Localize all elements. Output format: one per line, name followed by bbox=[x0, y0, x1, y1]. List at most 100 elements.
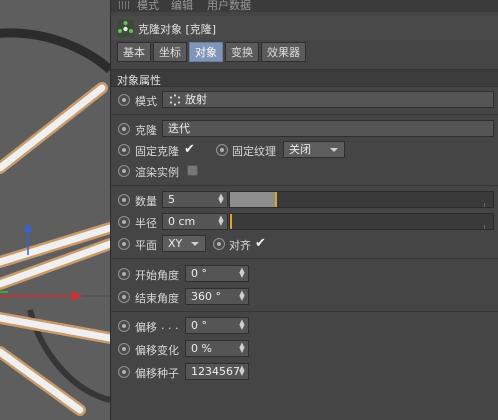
section-object-properties: 对象属性 bbox=[111, 69, 498, 87]
start-angle-value: 0 ° bbox=[191, 267, 207, 280]
anim-radio-count[interactable] bbox=[118, 194, 130, 206]
end-angle-input[interactable]: 360 ° ▲ ▼ bbox=[185, 288, 249, 305]
row-end-angle: 结束角度 360 ° ▲ ▼ bbox=[111, 288, 498, 306]
radius-label: 半径 bbox=[135, 217, 157, 230]
render-instances-checkbox[interactable] bbox=[187, 165, 198, 176]
anim-radio-plane[interactable] bbox=[118, 238, 130, 250]
offset-variation-input[interactable]: 0 % ▲ ▼ bbox=[185, 340, 249, 357]
fixed-texture-value: 关闭 bbox=[289, 143, 311, 156]
fixed-texture-label: 固定纹理 bbox=[232, 145, 276, 158]
offset-value: 0 ° bbox=[191, 319, 207, 332]
chevron-down-icon bbox=[191, 242, 199, 246]
count-label: 数量 bbox=[135, 195, 157, 208]
spinner-arrows-icon[interactable]: ▲ ▼ bbox=[239, 342, 245, 354]
spinner-arrows-icon[interactable]: ▲ ▼ bbox=[239, 290, 245, 302]
count-input[interactable]: 5 ▲ ▼ bbox=[162, 191, 228, 208]
fixed-clone-label: 固定克隆 bbox=[135, 145, 179, 158]
row-plane: 平面 XY 对齐 ✔ bbox=[111, 235, 498, 253]
chevron-down-icon bbox=[330, 148, 338, 152]
anim-radio-fixed-clone[interactable] bbox=[118, 144, 130, 156]
mode-dropdown[interactable]: 放射 bbox=[162, 91, 494, 108]
row-offset-variation: 偏移变化 0 % ▲ ▼ bbox=[111, 340, 498, 358]
clone-dropdown[interactable]: 迭代 bbox=[162, 120, 494, 137]
anim-radio-offset-variation[interactable] bbox=[118, 343, 130, 355]
clone-value: 迭代 bbox=[168, 122, 190, 135]
section-title: 对象属性 bbox=[117, 74, 161, 87]
spinner-arrows-icon[interactable]: ▲ ▼ bbox=[239, 319, 245, 331]
render-instances-label: 渲染实例 bbox=[135, 166, 179, 179]
menu-edit[interactable]: 编辑 bbox=[171, 0, 193, 12]
spinner-arrows-icon[interactable]: ▲ ▼ bbox=[218, 215, 224, 227]
count-value: 5 bbox=[168, 193, 175, 206]
tab-coordinates[interactable]: 坐标 bbox=[153, 42, 187, 62]
offset-input[interactable]: 0 ° ▲ ▼ bbox=[185, 317, 249, 334]
tab-bar: 基本 坐标 对象 变换 效果器 bbox=[117, 42, 306, 62]
end-angle-value: 360 ° bbox=[191, 290, 221, 303]
cloner-icon bbox=[117, 20, 134, 37]
tab-basic[interactable]: 基本 bbox=[117, 42, 151, 62]
offset-seed-value: 1234567 bbox=[191, 365, 240, 378]
fixed-texture-dropdown[interactable]: 关闭 bbox=[283, 141, 345, 158]
row-clone: 克隆 迭代 bbox=[111, 120, 498, 138]
menu-mode[interactable]: 模式 bbox=[137, 0, 159, 12]
anim-radio-end-angle[interactable] bbox=[118, 291, 130, 303]
anim-radio-mode[interactable] bbox=[118, 94, 130, 106]
row-mode: 模式 放射 bbox=[111, 91, 498, 109]
radial-mode-icon bbox=[169, 94, 181, 106]
tab-transform[interactable]: 变换 bbox=[225, 42, 259, 62]
menu-bar: 模式 编辑 用户数据 bbox=[111, 0, 498, 12]
viewport-render bbox=[0, 0, 110, 420]
anim-radio-offset[interactable] bbox=[118, 320, 130, 332]
align-checkbox[interactable]: ✔ bbox=[255, 236, 266, 251]
align-label: 对齐 bbox=[229, 239, 251, 252]
spinner-arrows-icon[interactable]: ▲ ▼ bbox=[218, 193, 224, 205]
offset-dots: . . . bbox=[161, 319, 179, 332]
attribute-manager: 模式 编辑 用户数据 克隆对象 [克隆] 基本 坐标 对象 变换 效果器 对象属… bbox=[110, 0, 498, 420]
radius-value: 0 cm bbox=[168, 215, 196, 228]
menu-user-data[interactable]: 用户数据 bbox=[207, 0, 251, 12]
anim-radio-offset-seed[interactable] bbox=[118, 366, 130, 378]
offset-seed-label: 偏移种子 bbox=[135, 367, 179, 380]
radius-slider[interactable] bbox=[229, 213, 494, 230]
tab-effectors[interactable]: 效果器 bbox=[261, 42, 306, 62]
offset-variation-value: 0 % bbox=[191, 342, 212, 355]
fixed-clone-checkbox[interactable]: ✔ bbox=[184, 142, 195, 157]
row-radius: 半径 0 cm ▲ ▼ bbox=[111, 213, 498, 231]
row-count: 数量 5 ▲ ▼ bbox=[111, 191, 498, 209]
row-offset: 偏移 . . . 0 ° ▲ ▼ bbox=[111, 317, 498, 335]
anim-radio-align[interactable] bbox=[213, 238, 225, 250]
count-slider[interactable] bbox=[229, 191, 494, 208]
plane-label: 平面 bbox=[135, 239, 157, 252]
row-start-angle: 开始角度 0 ° ▲ ▼ bbox=[111, 265, 498, 283]
anim-radio-fixed-texture[interactable] bbox=[216, 144, 228, 156]
object-title-bar: 克隆对象 [克隆] bbox=[111, 16, 498, 40]
radius-slider-handle[interactable] bbox=[230, 214, 232, 229]
offset-label: 偏移 bbox=[135, 321, 157, 334]
anim-radio-radius[interactable] bbox=[118, 216, 130, 228]
start-angle-input[interactable]: 0 ° ▲ ▼ bbox=[185, 265, 249, 282]
spinner-arrows-icon[interactable]: ▲ ▼ bbox=[239, 365, 245, 377]
end-angle-label: 结束角度 bbox=[135, 292, 179, 305]
offset-seed-input[interactable]: 1234567 ▲ ▼ bbox=[185, 363, 249, 380]
mode-label: 模式 bbox=[135, 95, 157, 108]
anim-radio-render-instances[interactable] bbox=[118, 165, 130, 177]
radius-input[interactable]: 0 cm ▲ ▼ bbox=[162, 213, 228, 230]
plane-dropdown[interactable]: XY bbox=[162, 235, 206, 252]
mode-value: 放射 bbox=[185, 93, 207, 106]
anim-radio-start-angle[interactable] bbox=[118, 268, 130, 280]
object-title: 克隆对象 [克隆] bbox=[138, 23, 217, 36]
row-fixed: 固定克隆 ✔ 固定纹理 关闭 bbox=[111, 141, 498, 159]
row-offset-seed: 偏移种子 1234567 ▲ ▼ bbox=[111, 363, 498, 381]
spinner-arrows-icon[interactable]: ▲ ▼ bbox=[239, 267, 245, 279]
anim-radio-clone[interactable] bbox=[118, 123, 130, 135]
grip-icon[interactable] bbox=[119, 1, 129, 9]
row-render-instances: 渲染实例 bbox=[111, 162, 498, 180]
count-slider-fill bbox=[230, 192, 275, 207]
viewport-3d[interactable] bbox=[0, 0, 110, 420]
clone-label: 克隆 bbox=[135, 124, 157, 137]
count-slider-handle[interactable] bbox=[275, 192, 277, 207]
plane-value: XY bbox=[168, 237, 183, 250]
start-angle-label: 开始角度 bbox=[135, 269, 179, 282]
tab-object[interactable]: 对象 bbox=[189, 42, 223, 62]
offset-variation-label: 偏移变化 bbox=[135, 344, 179, 357]
